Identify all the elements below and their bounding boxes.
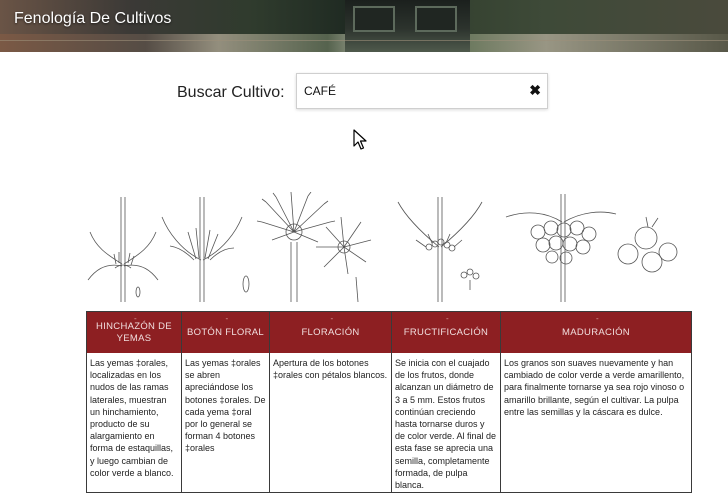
page-title: Fenología De Cultivos	[14, 10, 172, 27]
search-value: CAFÉ	[304, 84, 337, 98]
fence-line	[0, 40, 728, 41]
stage-column: FRUCTIFICACIÓN Se inicia con el cuajado …	[392, 312, 501, 492]
stage-header: HINCHAZÓN DE YEMAS	[87, 312, 181, 353]
stage-column: FLORACIÓN Apertura de los botones ‡orale…	[270, 312, 392, 492]
stage-description: Las yemas ‡orales, localizadas en los nu…	[90, 358, 174, 478]
tractor-window	[415, 6, 457, 32]
tractor-image	[345, 0, 470, 52]
close-x-icon[interactable]: ✖	[529, 82, 541, 98]
stage-description: Apertura de los botones ‡orales con péta…	[273, 358, 388, 381]
floral-bud-drawing	[161, 197, 250, 302]
stage-column: HINCHAZÓN DE YEMAS Las yemas ‡orales, lo…	[87, 312, 182, 492]
tractor-window	[353, 6, 395, 32]
stage-header: BOTÓN FLORAL	[182, 312, 269, 353]
search-label: Buscar Cultivo:	[177, 84, 285, 101]
stage-description: Se inicia con el cuajado de los frutos, …	[395, 358, 497, 491]
stage-column: BOTÓN FLORAL Las yemas ‡orales se abren …	[182, 312, 270, 492]
phenology-stages-table: HINCHAZÓN DE YEMAS Las yemas ‡orales, lo…	[86, 311, 692, 493]
fruit-set-drawing	[397, 197, 483, 302]
bud-swelling-drawing	[87, 197, 159, 302]
crop-search-select[interactable]: CAFÉ ✖	[296, 73, 548, 109]
mouse-pointer-icon	[353, 129, 367, 150]
flowering-drawing	[256, 192, 372, 303]
stage-header: MADURACIÓN	[501, 312, 691, 353]
stage-description: Las yemas ‡orales se abren apreciándose …	[185, 358, 266, 454]
stage-description: Los granos son suaves nuevamente y han c…	[504, 358, 685, 417]
stage-column: MADURACIÓN Los granos son suaves nuevame…	[501, 312, 691, 492]
phenology-illustrations	[87, 192, 678, 303]
stage-header: FRUCTIFICACIÓN	[392, 312, 500, 353]
header-banner: Fenología De Cultivos	[0, 0, 728, 52]
stage-header: FLORACIÓN	[270, 312, 391, 353]
ripening-drawing	[505, 194, 678, 302]
